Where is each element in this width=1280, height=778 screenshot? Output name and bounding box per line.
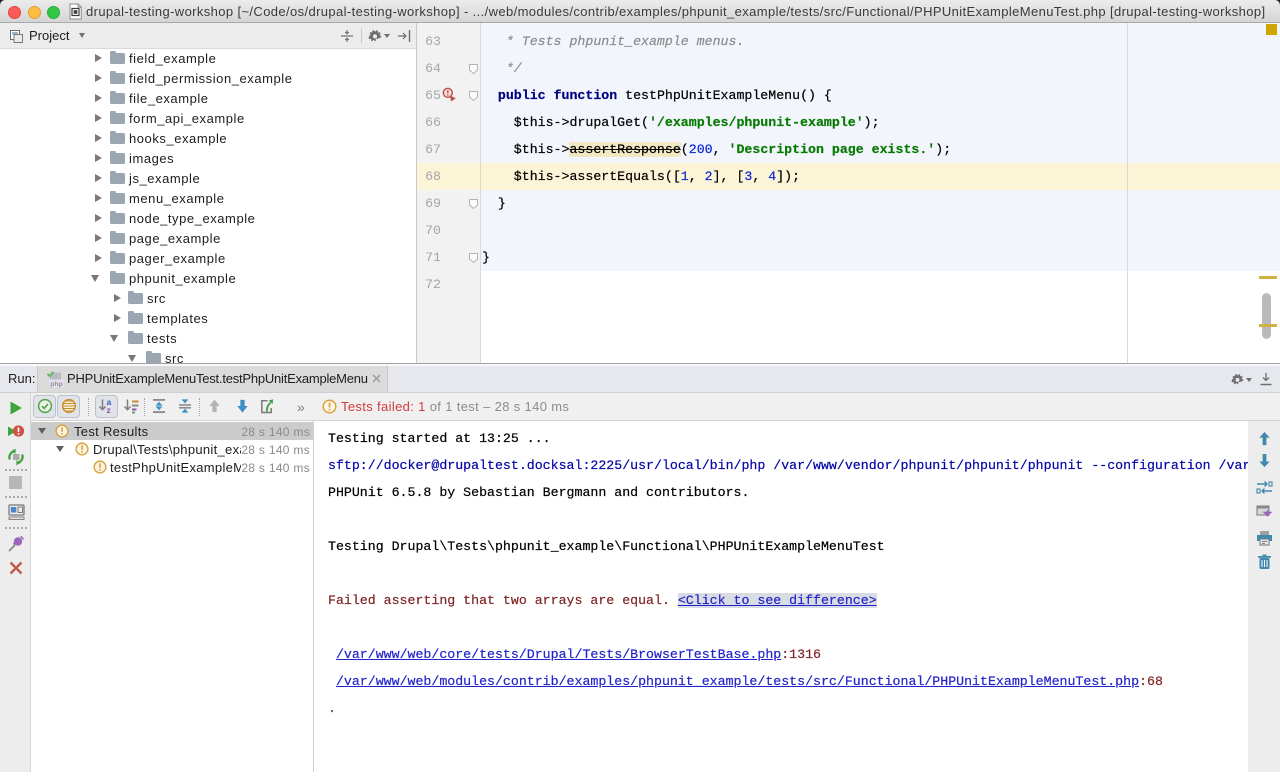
svg-text:z: z (107, 405, 111, 414)
svg-text:php: php (50, 381, 62, 388)
